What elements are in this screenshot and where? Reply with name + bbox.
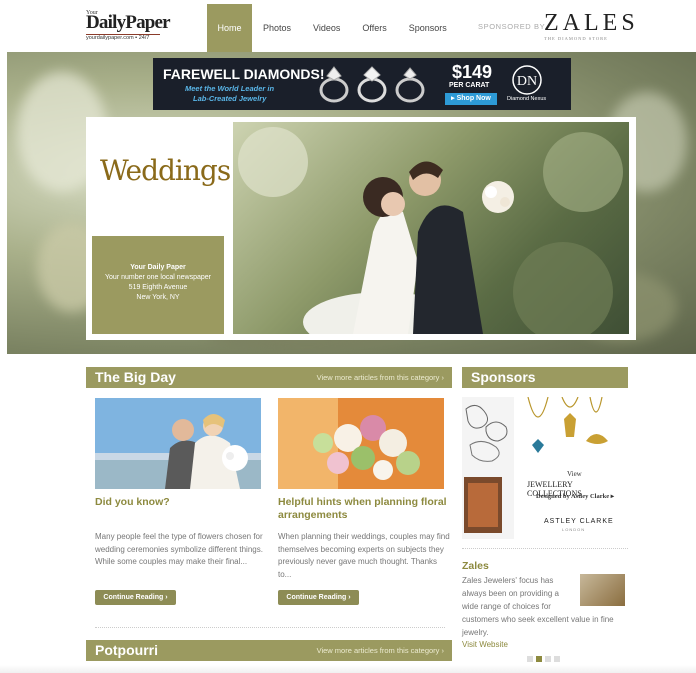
- sponsor-ad-view: View: [567, 470, 582, 478]
- continue-reading-button-1[interactable]: Continue Reading ›: [95, 590, 176, 605]
- site-logo[interactable]: Your DailyPaper yourdailypaper.com ▪ 24/…: [86, 10, 171, 44]
- carousel-dot-4[interactable]: [554, 656, 560, 662]
- section-divider: [95, 627, 445, 628]
- nav-sponsors[interactable]: Sponsors: [398, 4, 458, 52]
- ring-icon: [395, 67, 425, 103]
- article-body-2: When planning their weddings, couples ma…: [278, 532, 450, 579]
- carousel-dots: [527, 656, 560, 662]
- diamond-nexus-mark: DN: [517, 74, 537, 89]
- page-bottom-edge: [0, 665, 696, 673]
- site-header: Your DailyPaper yourdailypaper.com ▪ 24/…: [0, 0, 696, 52]
- nav-home[interactable]: Home: [207, 4, 252, 52]
- sponsors-title: Sponsors: [471, 369, 536, 385]
- ad-brand: Diamond Nexus: [507, 96, 547, 102]
- potpourri-more-link[interactable]: View more articles from this category ›: [317, 646, 444, 655]
- info-box: Your Daily Paper Your number one local n…: [92, 236, 224, 334]
- sponsor-tagline: THE DIAMOND STORE: [544, 36, 608, 41]
- ring-icon: [357, 66, 387, 103]
- ring-icon: [319, 66, 349, 103]
- info-line-2: 519 Eighth Avenue: [128, 284, 188, 291]
- ad-line-2: Lab-Created Jewelry: [193, 94, 267, 103]
- ad-title: FAREWELL DIAMONDS!: [163, 66, 325, 82]
- hero-photo: [233, 122, 629, 334]
- sponsor-body-1: Zales Jewelers' focus has always been on…: [462, 576, 559, 611]
- sponsor-ad-brand-sub: LONDON: [562, 527, 586, 532]
- ad-banner[interactable]: FAREWELL DIAMONDS! Meet the World Leader…: [153, 58, 571, 110]
- article-body-1: Many people feel the type of flowers cho…: [95, 532, 263, 566]
- carousel-dot-1[interactable]: [527, 656, 533, 662]
- ad-price: $149: [452, 62, 493, 82]
- logo-url: yourdailypaper.com ▪ 24/7: [86, 35, 150, 41]
- main-nav: Home Photos Videos Offers Sponsors: [207, 4, 458, 52]
- diamond-nexus-logo: DN: [512, 65, 542, 95]
- big-day-more-link[interactable]: View more articles from this category ›: [317, 373, 444, 382]
- info-line-1: Your number one local newspaper: [105, 274, 211, 281]
- logo-name: DailyPaper: [86, 12, 171, 33]
- sponsor-logo[interactable]: ZALES: [544, 10, 639, 37]
- sponsor-ring-image: [580, 574, 625, 606]
- big-day-title: The Big Day: [95, 369, 176, 385]
- carousel-dot-2[interactable]: [536, 656, 542, 662]
- big-day-header: The Big Day View more articles from this…: [86, 367, 452, 388]
- potpourri-header: Potpourri View more articles from this c…: [86, 640, 452, 661]
- sponsor-ad[interactable]: View JEWELLERY COLLECTIONS Designed by A…: [462, 397, 628, 539]
- sponsor-ad-brand: ASTLEY CLARKE: [544, 518, 614, 525]
- nav-offers[interactable]: Offers: [351, 4, 397, 52]
- continue-reading-button-2[interactable]: Continue Reading ›: [278, 590, 359, 605]
- sponsor-name[interactable]: Zales: [462, 560, 489, 572]
- ad-shop-now-button[interactable]: ▸ Shop Now: [445, 93, 497, 105]
- sponsor-divider: [462, 548, 628, 549]
- article-title-2[interactable]: Helpful hints when planning floral arran…: [278, 496, 453, 522]
- info-line-3: New York, NY: [136, 294, 180, 301]
- article-thumb-2[interactable]: [278, 398, 444, 489]
- nav-videos[interactable]: Videos: [302, 4, 351, 52]
- nav-photos[interactable]: Photos: [252, 4, 302, 52]
- potpourri-title: Potpourri: [95, 642, 158, 658]
- article-title-1[interactable]: Did you know?: [95, 496, 261, 509]
- sponsor-body-2: customers who seek excellent value in fi…: [462, 615, 614, 637]
- ad-per-carat: PER CARAT: [449, 82, 490, 89]
- carousel-dot-3[interactable]: [545, 656, 551, 662]
- article-thumb-1[interactable]: [95, 398, 261, 489]
- sponsored-by-label: SPONSORED BY: [478, 22, 546, 31]
- sponsor-ad-line-2: Designed by Astley Clarke ▸: [536, 493, 615, 500]
- couple-image: [238, 127, 623, 334]
- bouquet-image: [278, 398, 444, 489]
- info-title: Your Daily Paper: [130, 264, 186, 271]
- couple-beach-image: [95, 398, 261, 489]
- ad-line-1: Meet the World Leader in: [185, 84, 275, 93]
- visit-website-link[interactable]: Visit Website: [462, 640, 508, 649]
- sponsors-header: Sponsors: [462, 367, 628, 388]
- page-title: Weddings: [100, 154, 231, 187]
